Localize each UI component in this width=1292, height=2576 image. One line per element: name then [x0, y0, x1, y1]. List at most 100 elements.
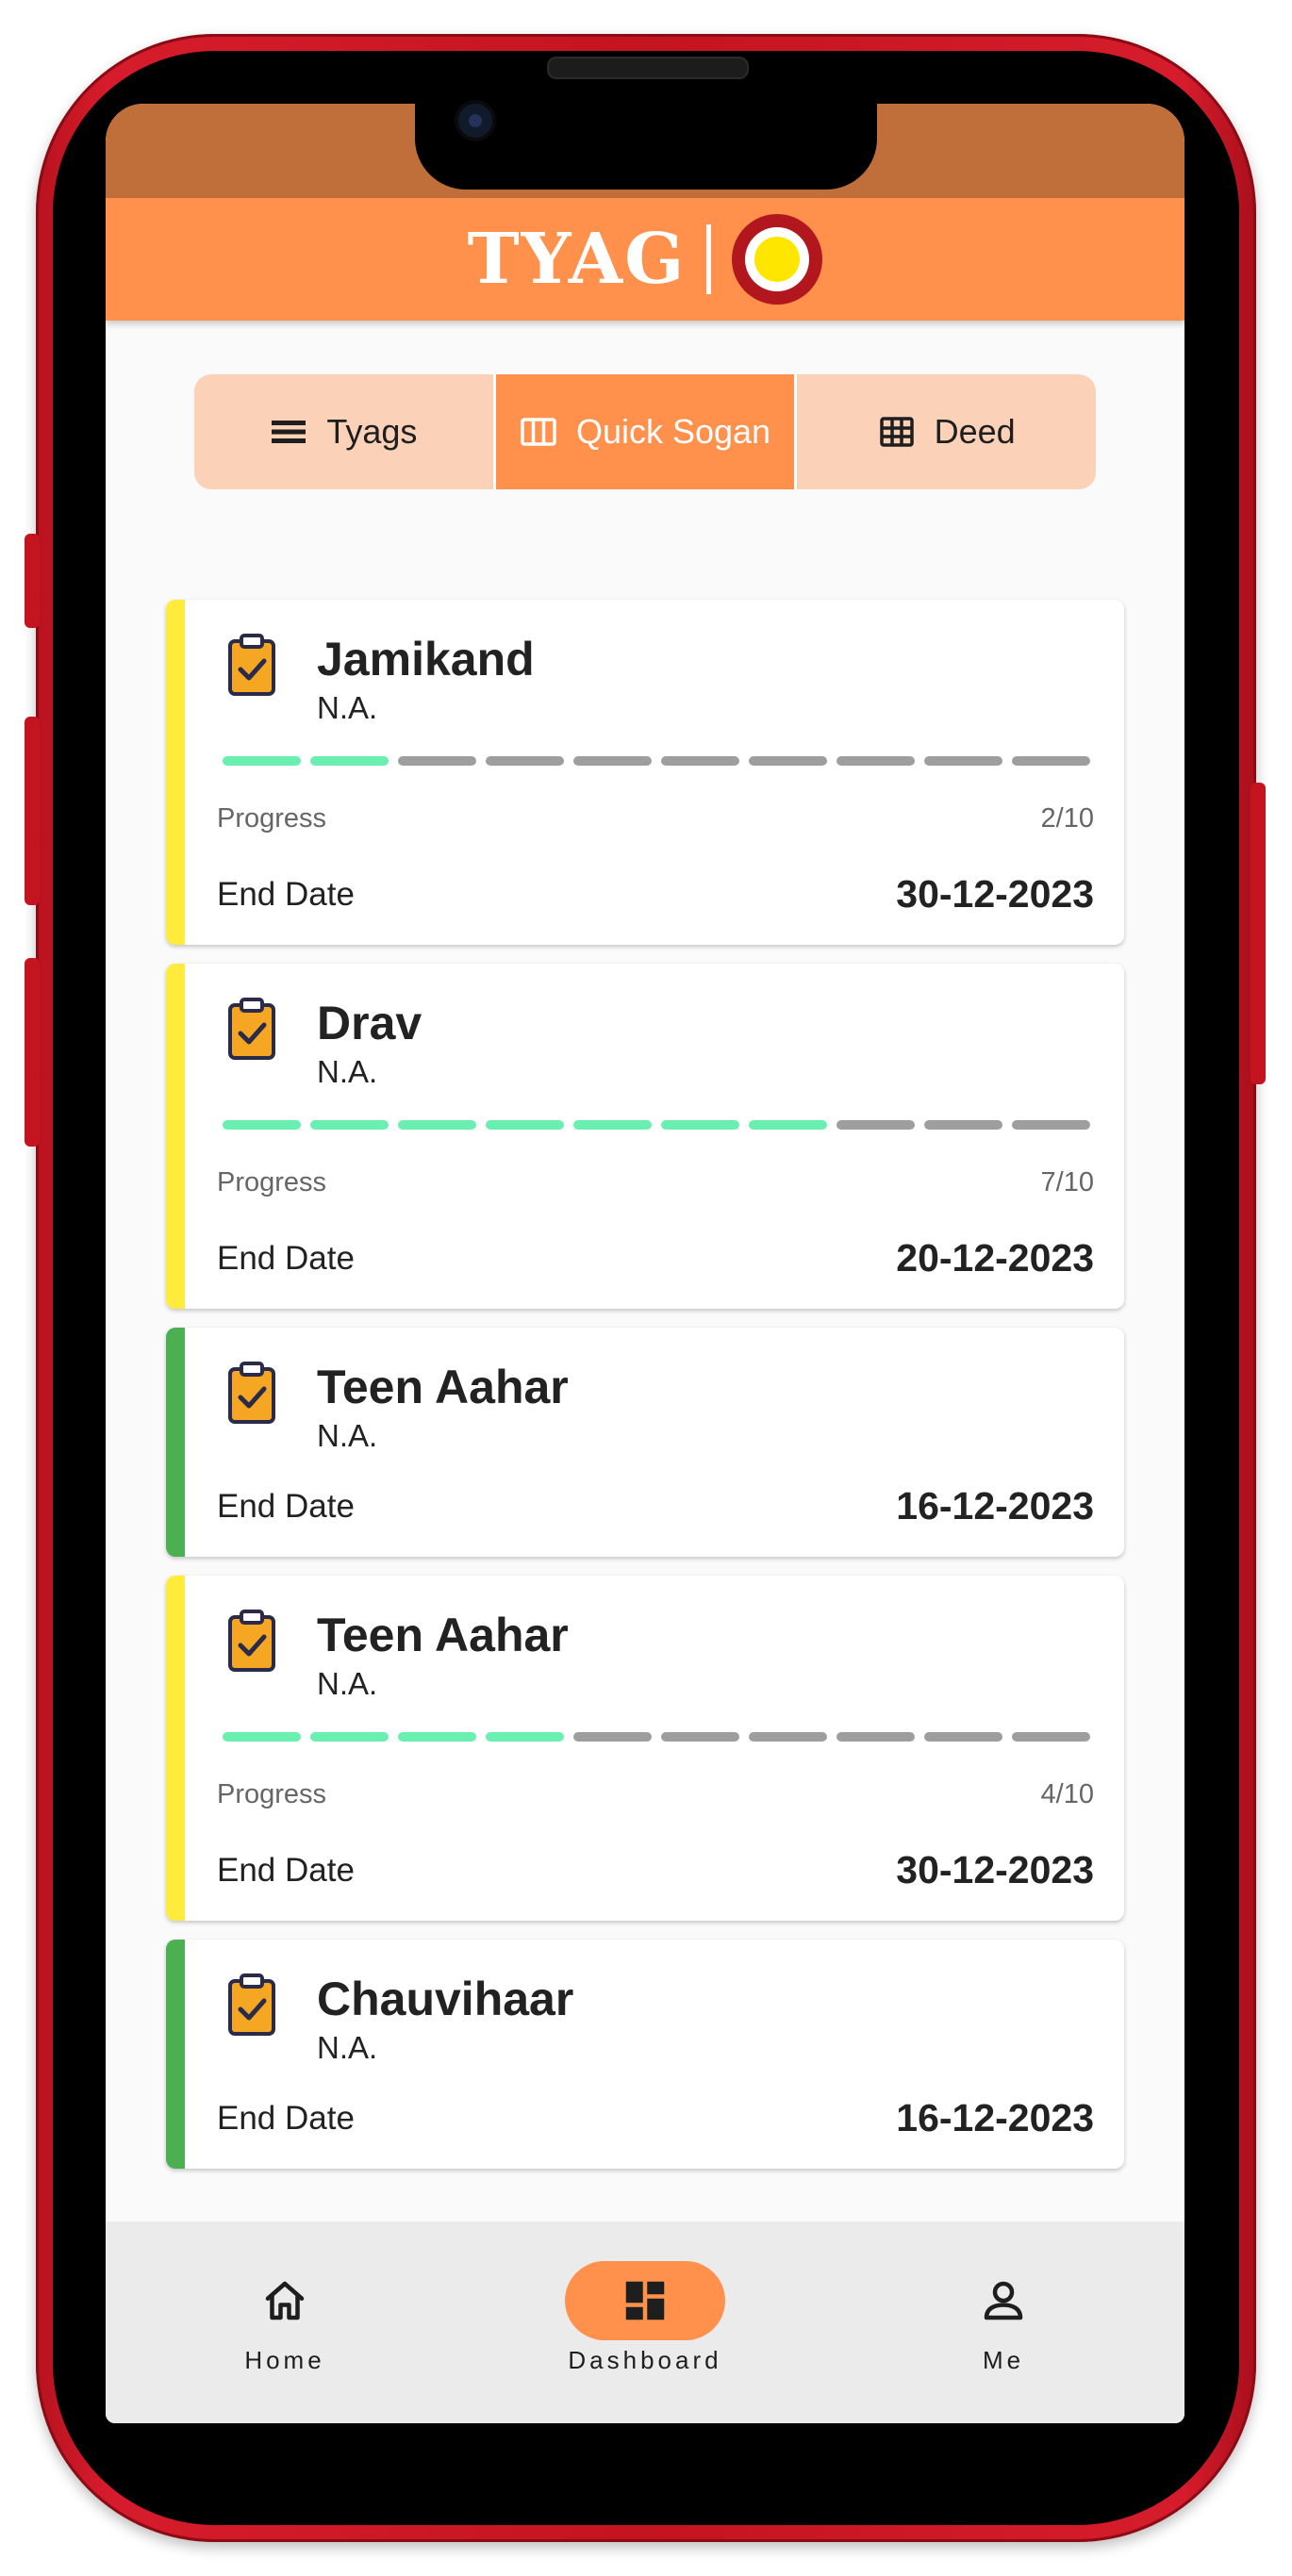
progress-segment	[749, 756, 827, 766]
clipboard-check-icon	[228, 998, 275, 1060]
sogan-card[interactable]: Chauvihaar N.A. End Date 16-12-2023	[166, 1940, 1124, 2169]
card-subtitle: N.A.	[317, 1054, 378, 1089]
nav-dashboard[interactable]: Dashboard	[532, 2261, 758, 2375]
progress-count: 7/10	[1040, 1167, 1094, 1197]
progress-bar	[223, 1120, 1090, 1130]
progress-segment	[486, 756, 564, 766]
card-title: Jamikand	[317, 633, 535, 685]
nav-label: Me	[982, 2346, 1025, 2374]
progress-segment	[573, 1120, 652, 1130]
nav-me[interactable]: Me	[890, 2261, 1117, 2375]
grid-icon	[879, 417, 914, 447]
progress-segment	[398, 1120, 476, 1130]
progress-label: Progress	[217, 1167, 327, 1197]
progress-segment	[310, 756, 389, 766]
progress-segment	[836, 756, 915, 766]
card-title: Chauvihaar	[317, 1973, 574, 2025]
nav-home[interactable]: Home	[172, 2261, 398, 2375]
volume-down-button	[25, 958, 40, 1147]
progress-segment	[486, 1732, 564, 1742]
logo-emblem-icon	[732, 214, 823, 305]
progress-segment	[749, 1120, 827, 1130]
tab-deed[interactable]: Deed	[794, 374, 1096, 489]
clipboard-check-icon	[228, 634, 275, 696]
sogan-card[interactable]: Drav N.A. Progress 7/10 End Date 20-12-2…	[166, 964, 1124, 1309]
nav-label: Home	[244, 2346, 325, 2374]
progress-segment	[924, 1732, 1002, 1742]
card-title: Drav	[317, 997, 422, 1049]
clipboard-check-icon	[228, 1610, 275, 1672]
sogan-card[interactable]: Teen Aahar N.A. End Date 16-12-2023	[166, 1328, 1124, 1557]
dashboard-icon	[625, 2281, 665, 2320]
progress-segment	[486, 1120, 564, 1130]
end-date-value: 30-12-2023	[896, 1848, 1094, 1891]
end-date-label: End Date	[217, 2099, 355, 2137]
progress-label: Progress	[217, 1779, 327, 1809]
home-icon	[265, 2281, 305, 2320]
progress-segment	[836, 1732, 915, 1742]
card-title: Teen Aahar	[317, 1609, 569, 1661]
progress-segment	[310, 1732, 389, 1742]
end-date-value: 20-12-2023	[896, 1236, 1094, 1280]
card-subtitle: N.A.	[317, 1666, 378, 1701]
logo-divider	[706, 224, 712, 294]
clipboard-check-icon	[228, 1362, 275, 1424]
end-date-value: 16-12-2023	[896, 1484, 1094, 1527]
progress-segment	[310, 1120, 389, 1130]
progress-segment	[1012, 1120, 1090, 1130]
progress-segment	[661, 1120, 739, 1130]
app-logo: TYAG	[106, 198, 1184, 321]
progress-count: 2/10	[1040, 803, 1094, 834]
tab-bar: Tyags Quick Sogan Deed	[194, 374, 1096, 489]
tab-label: Deed	[934, 412, 1016, 451]
end-date-label: End Date	[217, 1487, 355, 1525]
progress-segment	[1012, 1732, 1090, 1742]
tab-label: Tyags	[326, 412, 418, 451]
progress-bar	[223, 1732, 1090, 1742]
list-icon	[272, 421, 306, 443]
progress-segment	[1012, 756, 1090, 766]
progress-segment	[573, 1732, 652, 1742]
progress-segment	[223, 1732, 301, 1742]
progress-segment	[573, 756, 652, 766]
card-subtitle: N.A.	[317, 690, 378, 725]
clipboard-check-icon	[228, 1973, 275, 2036]
progress-segment	[924, 1120, 1002, 1130]
card-title: Teen Aahar	[317, 1361, 569, 1413]
end-date-value: 16-12-2023	[896, 2096, 1094, 2139]
tab-tyags[interactable]: Tyags	[194, 374, 493, 489]
end-date-value: 30-12-2023	[896, 872, 1094, 916]
logo-text: TYAG	[467, 219, 687, 300]
earpiece-speaker	[547, 57, 749, 79]
progress-segment	[749, 1732, 827, 1742]
columns-icon	[521, 418, 556, 446]
progress-segment	[398, 1732, 476, 1742]
end-date-label: End Date	[217, 1851, 355, 1889]
nav-label: Dashboard	[568, 2346, 722, 2374]
end-date-label: End Date	[217, 1239, 355, 1277]
progress-bar	[223, 756, 1090, 766]
front-camera	[458, 104, 492, 138]
tab-label: Quick Sogan	[575, 412, 771, 451]
progress-segment	[661, 1732, 739, 1742]
progress-segment	[223, 1120, 301, 1130]
app-screen: TYAG Tyags Quick Sogan Deed Jamikand N.A…	[106, 104, 1184, 2423]
progress-label: Progress	[217, 803, 327, 834]
tab-quick-sogan[interactable]: Quick Sogan	[492, 374, 795, 489]
progress-segment	[223, 756, 301, 766]
bottom-navigation: Home Dashboard Me	[106, 2221, 1184, 2423]
progress-segment	[661, 756, 739, 766]
progress-segment	[924, 756, 1002, 766]
sogan-card[interactable]: Teen Aahar N.A. Progress 4/10 End Date 3…	[166, 1576, 1124, 1921]
sogan-card[interactable]: Jamikand N.A. Progress 2/10 End Date 30-…	[166, 600, 1124, 945]
volume-up-button	[25, 717, 40, 905]
progress-segment	[398, 756, 476, 766]
app-header: TYAG	[106, 198, 1184, 321]
power-button	[1251, 783, 1266, 1084]
card-subtitle: N.A.	[317, 1418, 378, 1453]
end-date-label: End Date	[217, 875, 355, 913]
sogan-card-list: Jamikand N.A. Progress 2/10 End Date 30-…	[166, 600, 1124, 2188]
mute-switch	[25, 534, 40, 628]
person-icon	[984, 2281, 1023, 2320]
card-subtitle: N.A.	[317, 2030, 378, 2065]
